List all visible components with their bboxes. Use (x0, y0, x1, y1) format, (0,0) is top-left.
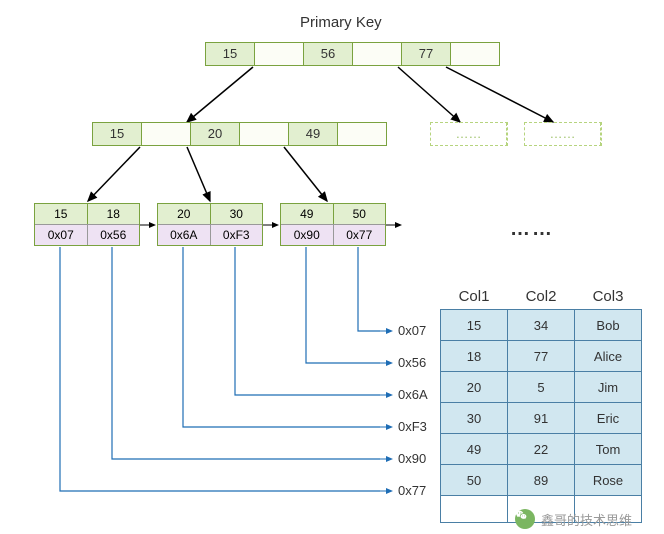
leaf-ptr: 0x56 (88, 225, 140, 245)
leaf-key: 30 (211, 204, 263, 224)
table-header: Col2 (508, 288, 575, 310)
leaf-ptr: 0x07 (35, 225, 88, 245)
table-cell: 18 (441, 341, 508, 372)
root-key-1: 56 (304, 43, 353, 65)
leaf-key: 50 (334, 204, 386, 224)
ghost-ellipsis: …… (431, 123, 507, 145)
internal-key-0: 15 (93, 123, 142, 145)
leaf-ptr: 0x6A (158, 225, 211, 245)
btree-ghost-node: …… (524, 122, 602, 146)
leaf-ptr: 0x77 (334, 225, 386, 245)
leaf-key: 49 (281, 204, 334, 224)
table-cell: 91 (508, 403, 575, 434)
table-cell: Rose (575, 465, 642, 496)
leaf-ellipsis: …… (510, 218, 554, 241)
table-cell: Eric (575, 403, 642, 434)
table-cell: 22 (508, 434, 575, 465)
leaf-key: 15 (35, 204, 88, 224)
internal-key-2: 49 (289, 123, 338, 145)
ptr-label: 0x07 (398, 323, 426, 338)
table-cell: 49 (441, 434, 508, 465)
leaf-ptr: 0xF3 (211, 225, 263, 245)
data-table: Col1Col2Col3 1534Bob 1877Alice 205Jim 30… (440, 288, 642, 523)
btree-internal-node: 15 20 49 (92, 122, 387, 146)
table-cell: 20 (441, 372, 508, 403)
table-cell: 30 (441, 403, 508, 434)
btree-ghost-node: …… (430, 122, 508, 146)
btree-leaf-node: 4950 0x900x77 (280, 203, 386, 246)
diagram-title: Primary Key (300, 14, 382, 31)
table-cell: Tom (575, 434, 642, 465)
watermark: 鑫哥的技术思维 (515, 509, 632, 529)
root-key-2: 77 (402, 43, 451, 65)
ptr-label: 0x77 (398, 483, 426, 498)
table-cell: 5 (508, 372, 575, 403)
ptr-label: 0x90 (398, 451, 426, 466)
root-key-0: 15 (206, 43, 255, 65)
table-cell: 34 (508, 310, 575, 341)
btree-leaf-node: 1518 0x070x56 (34, 203, 140, 246)
internal-key-1: 20 (191, 123, 240, 145)
ghost-ellipsis: …… (525, 123, 601, 145)
watermark-text: 鑫哥的技术思维 (541, 510, 632, 529)
table-ellipsis: …… (530, 530, 562, 534)
wechat-icon (515, 509, 535, 529)
btree-root-node: 15 56 77 (205, 42, 500, 66)
table-cell: 77 (508, 341, 575, 372)
ptr-label: 0xF3 (398, 419, 427, 434)
ptr-label: 0x56 (398, 355, 426, 370)
btree-leaf-node: 2030 0x6A0xF3 (157, 203, 263, 246)
table-cell: 89 (508, 465, 575, 496)
table-cell: Alice (575, 341, 642, 372)
leaf-key: 20 (158, 204, 211, 224)
ptr-label: 0x6A (398, 387, 428, 402)
table-header: Col3 (575, 288, 642, 310)
table-header: Col1 (441, 288, 508, 310)
table-cell: Bob (575, 310, 642, 341)
table-cell: Jim (575, 372, 642, 403)
leaf-ptr: 0x90 (281, 225, 334, 245)
leaf-key: 18 (88, 204, 140, 224)
table-cell: 50 (441, 465, 508, 496)
table-cell: 15 (441, 310, 508, 341)
